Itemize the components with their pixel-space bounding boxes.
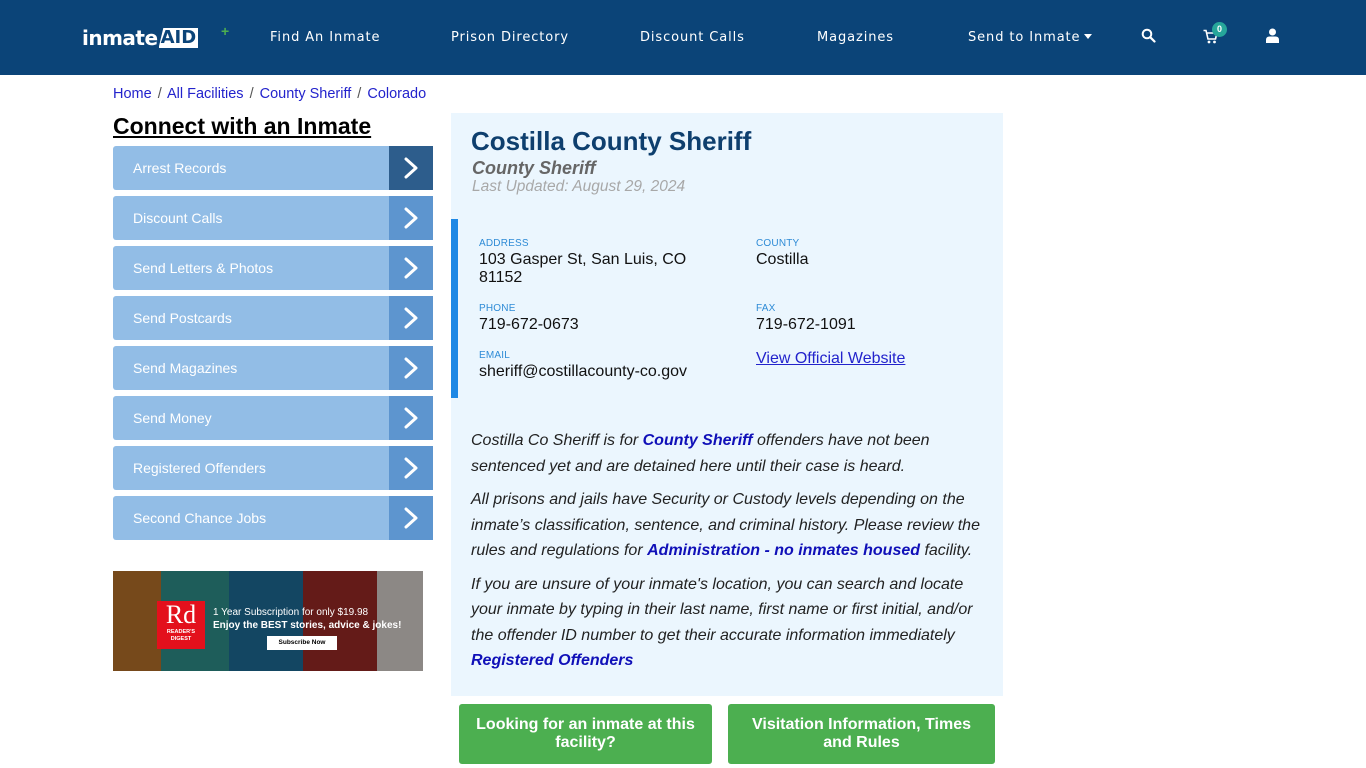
sidebar-item-send-money[interactable]: Send Money: [113, 396, 433, 440]
sidebar-item-registered-offenders[interactable]: Registered Offenders: [113, 446, 433, 490]
administration-link[interactable]: Administration - no inmates housed: [647, 542, 920, 559]
county-sheriff-link[interactable]: County Sheriff: [643, 432, 753, 449]
registered-offenders-link[interactable]: Registered Offenders: [471, 652, 633, 669]
visitation-info-button[interactable]: Visitation Information, Times and Rules: [728, 704, 995, 764]
nav-send-to-inmate-label: Send to Inmate: [968, 30, 1081, 45]
county-value: Costilla: [756, 251, 809, 268]
phone-value: 719-672-0673: [479, 316, 579, 333]
description-paragraph: All prisons and jails have Security or C…: [471, 487, 991, 564]
sidebar-item-label: Send Magazines: [133, 360, 238, 376]
site-logo[interactable]: inmate AID +: [82, 23, 229, 50]
sidebar-item-label: Send Money: [133, 410, 212, 426]
sidebar-menu: Arrest Records Discount Calls Send Lette…: [113, 146, 433, 546]
sidebar-item-arrest-records[interactable]: Arrest Records: [113, 146, 433, 190]
nav-magazines[interactable]: Magazines: [817, 30, 894, 45]
fax-field: FAX 719-672-1091: [756, 303, 856, 334]
sidebar-item-send-letters-photos[interactable]: Send Letters & Photos: [113, 246, 433, 290]
rd-logo-subtext: DIGEST: [170, 636, 192, 642]
nav-send-to-inmate[interactable]: Send to Inmate: [968, 30, 1093, 45]
top-navbar: inmate AID + Find An Inmate Prison Direc…: [0, 0, 1366, 75]
rd-logo-text: Rd: [165, 600, 197, 629]
logo-text-aid: AID: [158, 27, 199, 48]
fax-label: FAX: [756, 303, 776, 314]
facility-title: Costilla County Sheriff: [471, 126, 752, 156]
sidebar-item-second-chance-jobs[interactable]: Second Chance Jobs: [113, 496, 433, 540]
nav-find-an-inmate[interactable]: Find An Inmate: [270, 30, 380, 45]
sidebar-item-label: Send Letters & Photos: [133, 260, 274, 276]
chevron-right-icon: [389, 296, 433, 340]
breadcrumb-county-sheriff[interactable]: County Sheriff: [260, 86, 352, 102]
email-field: EMAIL sheriff@costillacounty-co.gov: [479, 350, 687, 381]
subscribe-now-button[interactable]: Subscribe Now: [267, 636, 337, 650]
looking-for-inmate-button[interactable]: Looking for an inmate at this facility?: [459, 704, 712, 764]
chevron-right-icon: [389, 496, 433, 540]
chevron-right-icon: [389, 396, 433, 440]
fax-value: 719-672-1091: [756, 316, 856, 333]
sidebar-item-label: Discount Calls: [133, 210, 223, 226]
rd-logo-subtext: READER'S: [166, 629, 196, 635]
logo-plus-icon: +: [221, 23, 230, 39]
chevron-right-icon: [389, 196, 433, 240]
caret-down-icon: [1084, 34, 1093, 39]
description-text: If you are unsure of your inmate's locat…: [471, 575, 973, 644]
connect-with-inmate-heading: Connect with an Inmate: [113, 113, 372, 139]
logo-text-inmate: inmate: [82, 26, 158, 50]
search-icon[interactable]: [1141, 28, 1156, 48]
nav-discount-calls[interactable]: Discount Calls: [640, 30, 745, 45]
address-field: ADDRESS 103 Gasper St, San Luis, CO 8115…: [479, 238, 709, 287]
cart-count-badge: 0: [1212, 22, 1227, 37]
breadcrumb-separator: /: [357, 86, 362, 102]
county-field: COUNTY Costilla: [756, 238, 808, 269]
address-value: 103 Gasper St, San Luis, CO 81152: [479, 251, 687, 286]
breadcrumb: Home / All Facilities / County Sheriff /…: [113, 86, 426, 102]
ad-offer-text: 1 Year Subscription for only $19.98: [213, 607, 369, 618]
view-official-website-link[interactable]: View Official Website: [756, 350, 905, 368]
description-text: facility.: [920, 542, 973, 559]
last-updated: Last Updated: August 29, 2024: [472, 178, 686, 195]
phone-label: PHONE: [479, 303, 516, 314]
sidebar-item-label: Send Postcards: [133, 310, 232, 326]
sidebar-item-send-postcards[interactable]: Send Postcards: [113, 296, 433, 340]
email-value: sheriff@costillacounty-co.gov: [479, 363, 688, 380]
description-paragraph: If you are unsure of your inmate's locat…: [471, 572, 991, 674]
facility-panel: Costilla County Sheriff County Sheriff L…: [451, 113, 1003, 696]
readers-digest-logo: Rd READER'S DIGEST: [157, 601, 205, 649]
email-label: EMAIL: [479, 350, 511, 361]
chevron-right-icon: [389, 146, 433, 190]
ad-tagline-text: Enjoy the BEST stories, advice & jokes!: [213, 620, 402, 631]
description-text: Costilla Co Sheriff is for: [471, 432, 643, 449]
sidebar-item-discount-calls[interactable]: Discount Calls: [113, 196, 433, 240]
readers-digest-ad-banner[interactable]: Rd READER'S DIGEST 1 Year Subscription f…: [113, 571, 423, 671]
breadcrumb-home[interactable]: Home: [113, 86, 152, 102]
sidebar-item-label: Second Chance Jobs: [133, 510, 267, 526]
nav-prison-directory[interactable]: Prison Directory: [451, 30, 569, 45]
sidebar-item-label: Registered Offenders: [133, 460, 266, 476]
user-icon[interactable]: [1266, 28, 1279, 48]
breadcrumb-all-facilities[interactable]: All Facilities: [167, 86, 244, 102]
facility-info-box: ADDRESS 103 Gasper St, San Luis, CO 8115…: [451, 219, 1003, 398]
description-paragraph: Costilla Co Sheriff is for County Sherif…: [471, 428, 991, 479]
breadcrumb-colorado[interactable]: Colorado: [367, 86, 426, 102]
chevron-right-icon: [389, 246, 433, 290]
chevron-right-icon: [389, 446, 433, 490]
facility-type: County Sheriff: [472, 158, 596, 178]
breadcrumb-separator: /: [157, 86, 162, 102]
county-label: COUNTY: [756, 238, 800, 249]
address-label: ADDRESS: [479, 238, 529, 249]
phone-field: PHONE 719-672-0673: [479, 303, 579, 334]
breadcrumb-separator: /: [249, 86, 254, 102]
sidebar-item-label: Arrest Records: [133, 160, 227, 176]
sidebar-item-send-magazines[interactable]: Send Magazines: [113, 346, 433, 390]
chevron-right-icon: [389, 346, 433, 390]
facility-description: Costilla Co Sheriff is for County Sherif…: [471, 428, 991, 682]
